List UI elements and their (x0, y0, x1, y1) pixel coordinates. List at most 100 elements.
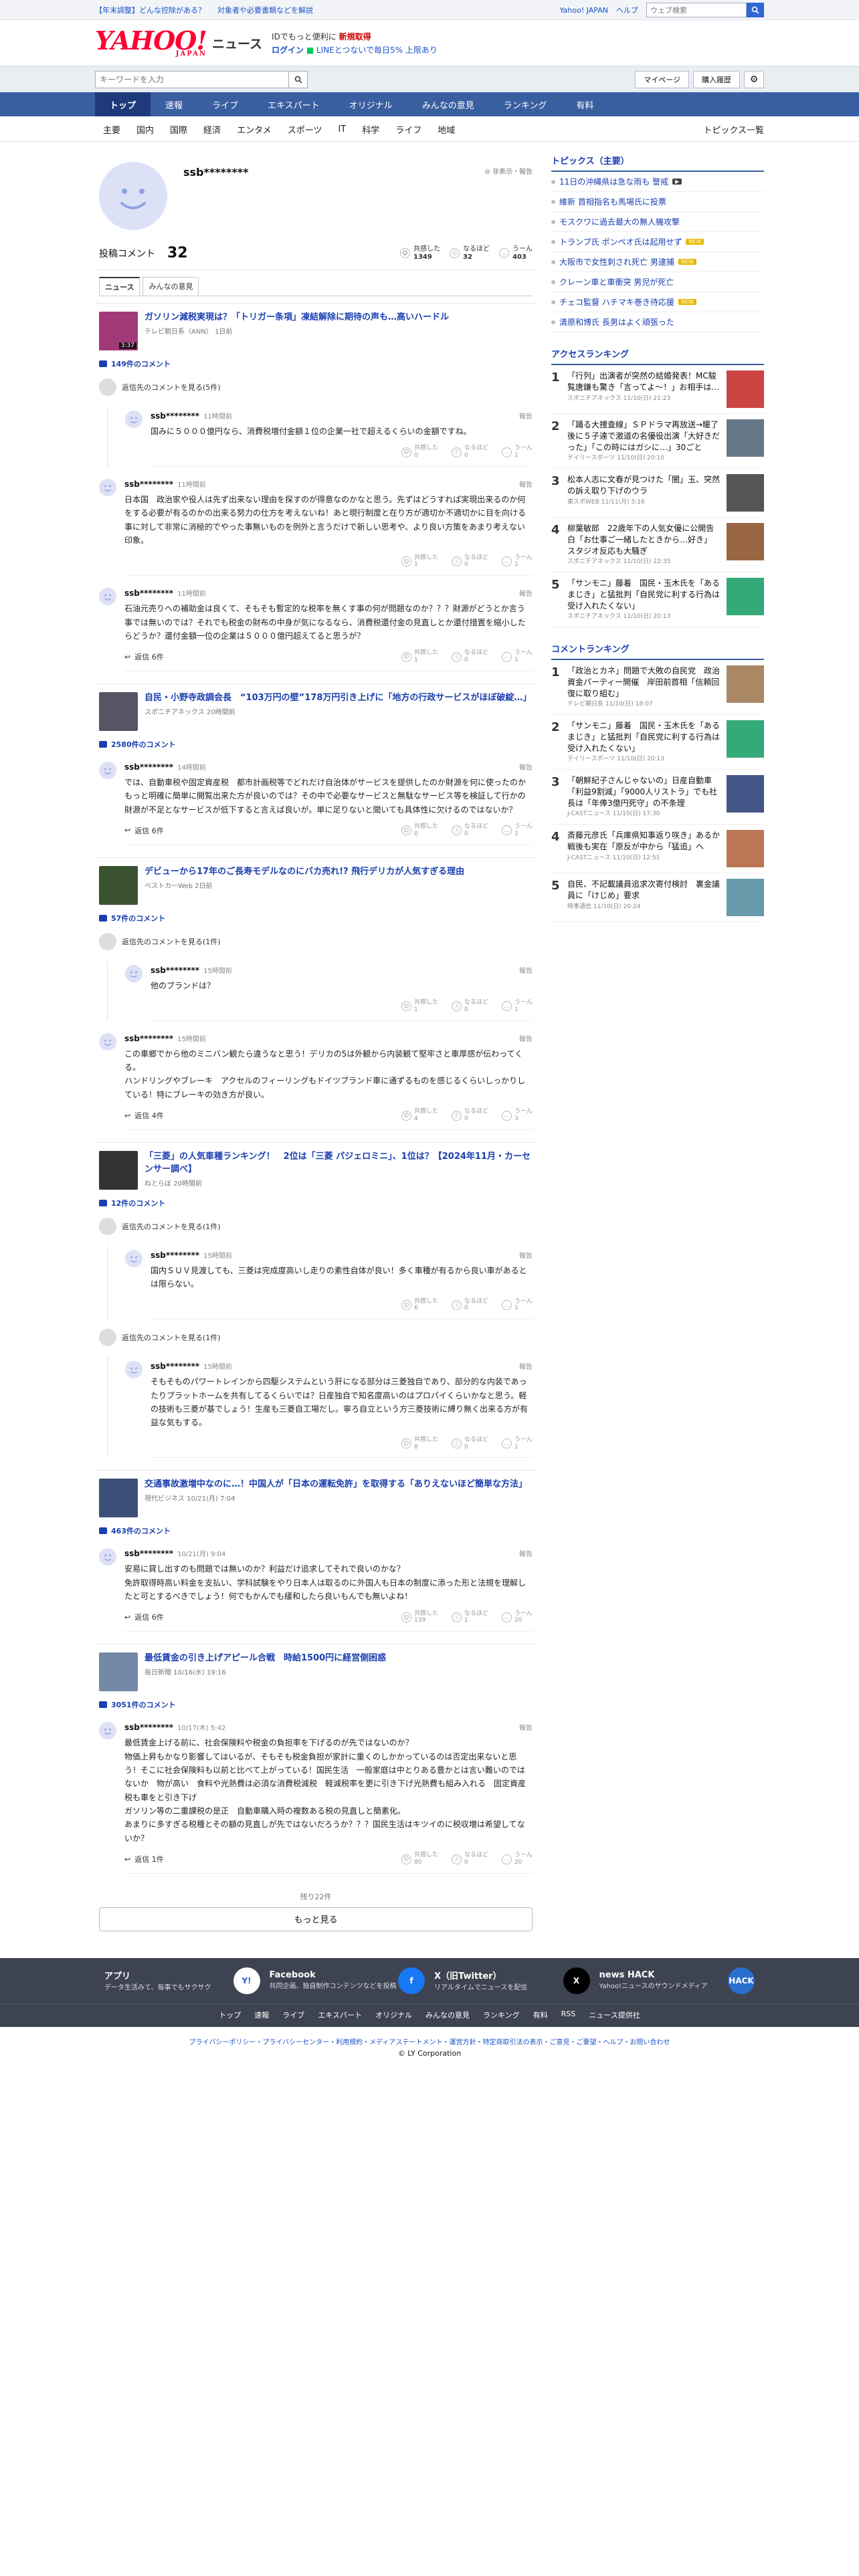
topic-item[interactable]: 大阪市で女性刺され死亡 男逮捕 NEW (551, 252, 764, 272)
comment-count-link[interactable]: 149件のコメント (99, 358, 533, 369)
empathy-button[interactable]: ☺ 共感した 6 (401, 1298, 438, 1313)
empathy-button[interactable]: ☺ 共感した 0 (401, 823, 438, 838)
footer-service[interactable]: Facebook 共同企画、独自制作コンテンツなどを投稿 f (270, 1967, 425, 1994)
topic-item[interactable]: 清原和博氏 長男はよく頑張った (551, 312, 764, 332)
hmm-button[interactable]: … うーん 20 (501, 1852, 533, 1866)
promo-link-2[interactable]: 対象者や必要書類などを解説 (217, 6, 313, 15)
comment-author[interactable]: ssb******** 10/17(木) 5:42 (124, 1722, 225, 1732)
insight-button[interactable]: ⓘ なるほど 0 (451, 1298, 488, 1313)
insight-button[interactable]: ⓘ なるほど 0 (451, 1436, 488, 1451)
comment-author[interactable]: ssb******** 11時間前 (124, 588, 206, 598)
comment-count-link[interactable]: 12件のコメント (99, 1198, 533, 1208)
insight-button[interactable]: ⓘ なるほど 0 (451, 554, 488, 569)
web-search-input[interactable] (646, 3, 747, 17)
rank-thumbnail[interactable] (727, 577, 764, 615)
category-domestic[interactable]: 国内 (128, 123, 162, 136)
topic-item[interactable]: チェコ監督 ハチマキ巻き待応援 NEW (551, 292, 764, 312)
rank-title[interactable]: 松本人志に文春が見つけた「闇」玉、突然の訴え取り下げのウラ (567, 474, 721, 497)
topic-title[interactable]: モスクワに過去最大の無人機攻撃 (559, 216, 680, 227)
insight-button[interactable]: ⓘ なるほど 0 (451, 999, 488, 1014)
article-thumbnail[interactable] (99, 1150, 138, 1190)
rank-title[interactable]: 「サンモニ」藤着 国民・玉木氏を「あるまじき」と猛批判「自民党に利する行為は受け… (567, 578, 721, 611)
empathy-button[interactable]: ☺ 共感した 139 (401, 1610, 438, 1625)
article-title[interactable]: ガソリン減税実現は？「トリガー条項」凍結解除に期待の声も…高いハードル (145, 312, 449, 322)
comment-ranking-title[interactable]: コメントランキング (551, 639, 764, 660)
report-link[interactable]: 報告 (519, 1250, 533, 1260)
nav-top[interactable]: トップ (95, 92, 151, 116)
comment-author[interactable]: ssb******** 15時間前 (151, 1250, 232, 1260)
empathy-button[interactable]: ☺ 共感した 1 (401, 649, 438, 664)
nav-opinions[interactable]: みんなの意見 (407, 92, 489, 116)
comment-author[interactable]: ssb******** 11時間前 (151, 411, 232, 421)
ranking-item[interactable]: 3 「朝鮮紀子さんじゃないの」日産自動車「利益9割減」「9000人リストラ」でも社… (551, 770, 764, 825)
rank-title[interactable]: 「朝鮮紀子さんじゃないの」日産自動車「利益9割減」「9000人リストラ」でも社長… (567, 775, 721, 809)
tab-opinions[interactable]: みんなの意見 (142, 277, 199, 296)
empathy-button[interactable]: ☺ 共感した 80 (401, 1852, 438, 1866)
empathy-button[interactable]: ☺ 共感した 1 (401, 999, 438, 1014)
topic-title[interactable]: 清原和博氏 長男はよく頑張った (559, 316, 674, 328)
topic-item[interactable]: トランプ氏 ポンペオ氏は起用せず NEW (551, 232, 764, 252)
topic-title[interactable]: 維新 首相指名も馬場氏に投票 (559, 196, 666, 207)
hmm-button[interactable]: … うーん 1 (501, 999, 533, 1014)
reply-button[interactable]: ↩ 返信 6件 (124, 651, 164, 662)
report-link[interactable]: 報告 (519, 588, 533, 598)
footer-nav-link[interactable]: 有料 (533, 2010, 548, 2020)
service-name[interactable]: ニュース (212, 34, 262, 52)
category-it[interactable]: IT (330, 124, 354, 134)
line-link[interactable]: LINEとつないで毎日5% (316, 45, 403, 55)
hmm-button[interactable]: … うーん 2 (501, 823, 533, 838)
hmm-button[interactable]: … うーん 20 (501, 1610, 533, 1625)
rank-title[interactable]: 斎藤元彦氏「兵庫県知事返り咲き」あるか 戦後も実在「原反が中から「猛追」へ (567, 830, 728, 853)
category-science[interactable]: 科学 (354, 123, 387, 136)
ranking-item[interactable]: 4 柳葉敏郎 22歳年下の人気女優に公開告白「お仕事ご一緒したときから…好き」 ス… (551, 518, 764, 572)
topic-item[interactable]: クレーン車と車衝突 男児が死亡 (551, 272, 764, 292)
hmm-button[interactable]: … うーん 1 (501, 649, 533, 664)
category-local[interactable]: 地域 (430, 123, 463, 136)
hmm-button[interactable]: … うーん 1 (501, 554, 533, 569)
yahoo-japan-link[interactable]: Yahoo! JAPAN (559, 6, 608, 15)
footer-nav-link[interactable]: 速報 (254, 2010, 269, 2020)
ranking-item[interactable]: 1 「政治とカネ」問題で大敗の自民党 政治資金パーティー開催 岸田前首相「信頼回復… (551, 660, 764, 715)
rank-title[interactable]: 「行列」出演者が突然の結婚発表！MC駿覧唐鎌も驚き「言ってよ～！」お相手は… (567, 370, 721, 393)
comment-author[interactable]: ssb******** 14時間前 (124, 762, 206, 772)
empathy-button[interactable]: ☺ 共感した 0 (401, 445, 438, 459)
legal-links[interactable]: プライバシーポリシー・プライバシーセンター・利用規約・メディアステートメント・運… (0, 2027, 859, 2049)
promo-link-1[interactable]: 【年末調整】どんな控除がある？ (95, 6, 205, 15)
help-link[interactable]: ヘルプ (616, 5, 638, 15)
keyword-search-button[interactable] (289, 71, 308, 88)
hmm-button[interactable]: … うーん 1 (501, 445, 533, 459)
article-thumbnail[interactable] (99, 865, 138, 905)
footer-nav-link[interactable]: RSS (561, 2010, 576, 2020)
footer-nav-link[interactable]: オリジナル (375, 2010, 412, 2020)
article-thumbnail[interactable] (99, 691, 138, 731)
nav-ranking[interactable]: ランキング (489, 92, 562, 116)
topic-title[interactable]: チェコ監督 ハチマキ巻き待応援 (559, 296, 674, 308)
show-parent-comments-button[interactable]: 返信先のコメントを見る(1件) (99, 1215, 533, 1238)
report-link[interactable]: 報告 (519, 1548, 533, 1558)
rank-thumbnail[interactable] (727, 878, 764, 916)
nav-breaking[interactable]: 速報 (151, 92, 197, 116)
category-sports[interactable]: スポーツ (280, 123, 330, 136)
empathy-button[interactable]: ☺ 共感した 8 (401, 1436, 438, 1451)
footer-nav-link[interactable]: みんなの意見 (425, 2010, 470, 2020)
article-thumbnail[interactable]: 3:37 (99, 312, 138, 350)
keyword-input[interactable] (95, 71, 289, 88)
nav-expert[interactable]: エキスパート (253, 92, 335, 116)
footer-nav-link[interactable]: ランキング (483, 2010, 520, 2020)
rank-title[interactable]: 「サンモニ」藤着 国民・玉木氏を「あるまじき」と猛批判「自民党に利する行為は受け… (567, 720, 721, 754)
show-parent-comments-button[interactable]: 返信先のコメントを見る(1件) (99, 1326, 533, 1349)
rank-thumbnail[interactable] (727, 419, 764, 457)
insight-button[interactable]: ⓘ なるほど 0 (451, 823, 488, 838)
rank-title[interactable]: 柳葉敏郎 22歳年下の人気女優に公開告白「お仕事ご一緒したときから…好き」 スタ… (567, 523, 721, 556)
settings-button[interactable]: ⚙ (744, 71, 764, 88)
category-main[interactable]: 主要 (95, 123, 128, 136)
comment-count-link[interactable]: 57件のコメント (99, 913, 533, 924)
signup-link[interactable]: 新規取得 (339, 32, 371, 41)
category-world[interactable]: 国際 (162, 123, 195, 136)
category-life[interactable]: ライフ (387, 123, 430, 136)
rank-title[interactable]: 「政治とカネ」問題で大敗の自民党 政治資金パーティー開催 岸田前首相「信頼回復に… (567, 665, 721, 699)
comment-count-link[interactable]: 463件のコメント (99, 1525, 533, 1536)
web-search-button[interactable] (747, 3, 764, 17)
ranking-item[interactable]: 4 斎藤元彦氏「兵庫県知事返り咲き」あるか 戦後も実在「原反が中から「猛追」へ J-… (551, 825, 764, 873)
rank-title[interactable]: 「踊る大捜査線」ＳＰドラマ再放送→暖了後に５子達で激道の名優役出演「大好きだった… (567, 419, 721, 453)
